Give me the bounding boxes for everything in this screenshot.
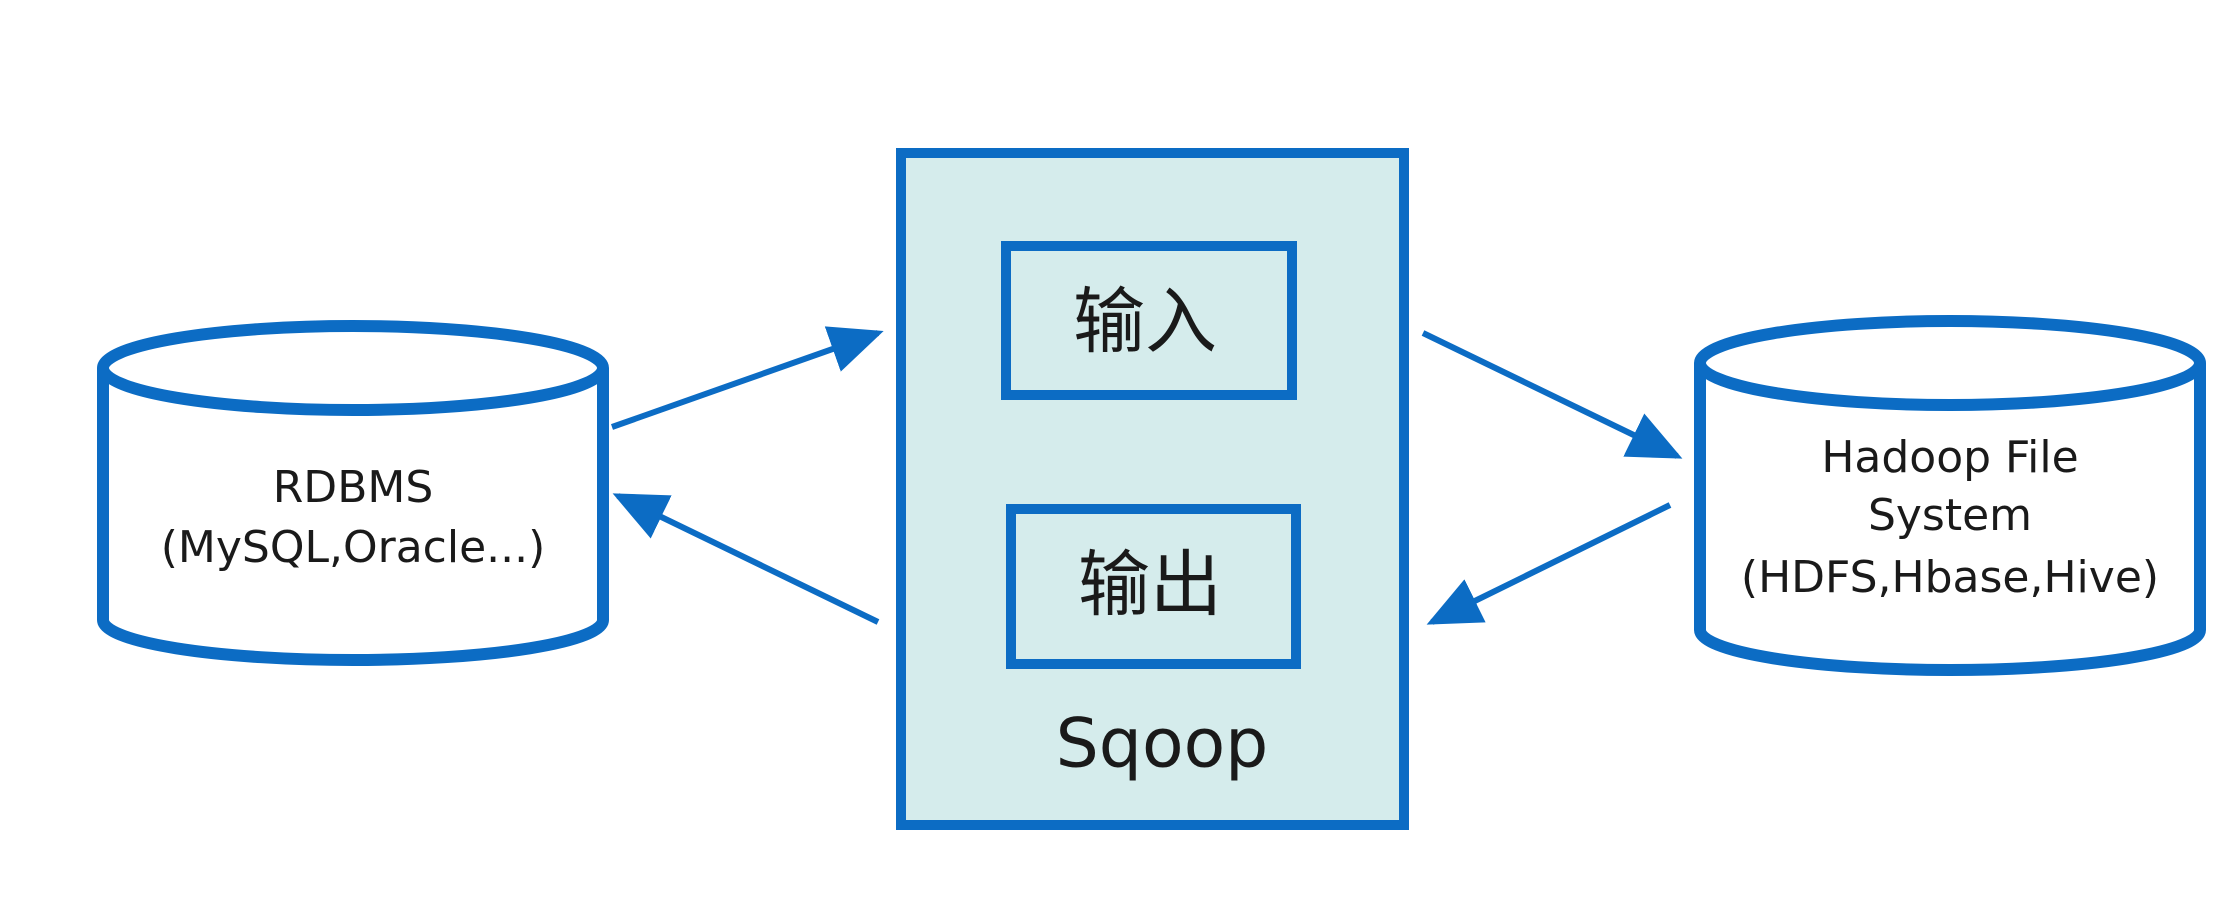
- hadoop-label-line1: Hadoop File: [1821, 432, 2078, 483]
- hadoop-label-line3: (HDFS,Hbase,Hive): [1741, 552, 2159, 603]
- sqoop-architecture-diagram: RDBMS (MySQL,Oracle...) 输入 输出 Sqoop Hado…: [97, 148, 2206, 830]
- rdbms-cylinder-top: [97, 320, 609, 416]
- arrow-rdbms-to-sqoop: [611, 326, 884, 430]
- hadoop-label-line2: System: [1868, 490, 2032, 541]
- rdbms-label-line2: (MySQL,Oracle...): [161, 522, 546, 573]
- sqoop-title: Sqoop: [1056, 705, 1269, 784]
- sqoop-container: 输入 输出 Sqoop: [896, 148, 1409, 830]
- hadoop-cylinder-top: [1694, 315, 2206, 411]
- arrow-hadoop-to-sqoop: [1426, 502, 1672, 625]
- rdbms-label-line1: RDBMS: [273, 462, 434, 513]
- input-label: 输入: [1073, 280, 1217, 364]
- output-label: 输出: [1078, 543, 1222, 627]
- hadoop-database-cylinder: Hadoop File System (HDFS,Hbase,Hive): [1694, 315, 2206, 676]
- arrow-sqoop-to-hadoop: [1421, 330, 1683, 459]
- arrow-sqoop-to-rdbms: [612, 493, 880, 625]
- rdbms-database-cylinder: RDBMS (MySQL,Oracle...): [97, 320, 609, 666]
